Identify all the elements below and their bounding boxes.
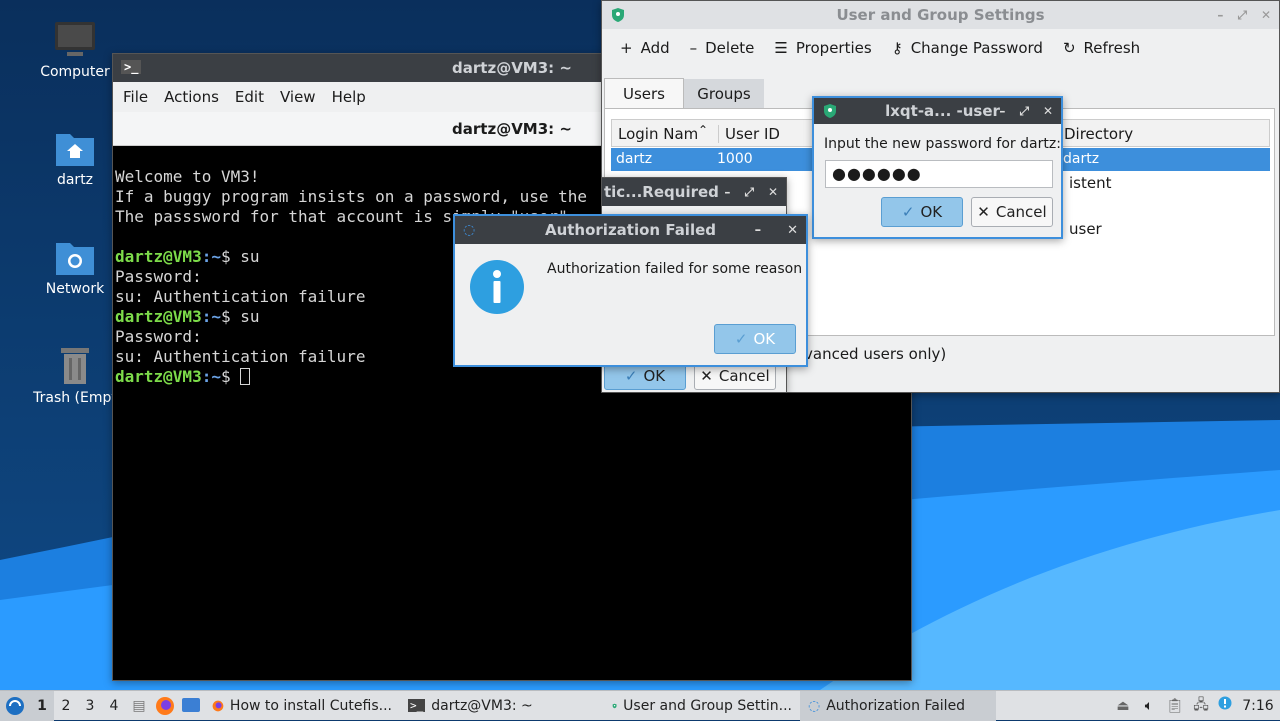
clipboard-icon[interactable]: 📋︎: [1162, 698, 1188, 714]
menu-view[interactable]: View: [272, 88, 324, 106]
column-home[interactable]: Directory: [1064, 125, 1133, 143]
refresh-icon: ↻: [1062, 39, 1076, 57]
add-button[interactable]: + Add: [620, 39, 670, 57]
computer-icon: [55, 22, 95, 56]
plus-icon: +: [620, 39, 633, 57]
network-folder-icon: [56, 243, 94, 275]
close-x-icon: ✕: [977, 203, 990, 221]
lxqt-shield-icon: [612, 8, 624, 22]
desktop-icon-computer[interactable]: Computer: [25, 20, 125, 80]
desktop-icon-label: Computer: [40, 64, 110, 80]
minimize-icon[interactable]: –: [1217, 8, 1223, 22]
window-title: User and Group Settings: [836, 6, 1045, 24]
auth-required-titlebar[interactable]: tic...Required – ⤢ ✕: [602, 178, 786, 206]
task-authorization-failed[interactable]: ◌ Authorization Failed: [800, 690, 996, 721]
change-password-button[interactable]: ⚷ Change Password: [892, 39, 1043, 57]
check-icon: ✓: [901, 203, 915, 221]
workspace-2[interactable]: 2: [54, 698, 78, 714]
check-icon: ✓: [734, 330, 748, 348]
window-title: lxqt-a... -user: [885, 102, 1000, 120]
home-folder-icon: [56, 134, 94, 166]
password-dialog: lxqt-a... -user – ⤢ ✕ Input the new passwo…: [812, 96, 1063, 239]
clock[interactable]: 7:16: [1236, 698, 1280, 714]
advanced-hint: vanced users only): [804, 345, 947, 363]
maximize-icon[interactable]: ⤢: [744, 185, 754, 200]
key-icon: ⚷: [891, 39, 903, 57]
file-manager-icon[interactable]: ▤: [126, 698, 152, 714]
lxqt-shield-icon: [612, 703, 617, 708]
tab-users[interactable]: Users: [604, 78, 684, 108]
spinner-icon: ◌: [463, 222, 476, 238]
cancel-button[interactable]: ✕ Cancel: [971, 197, 1053, 227]
ugs-titlebar[interactable]: User and Group Settings – ⤢ ✕: [602, 1, 1279, 29]
task-terminal[interactable]: >_ dartz@VM3: ~: [400, 691, 604, 721]
minus-icon: –: [689, 39, 698, 57]
workspace-4[interactable]: 4: [102, 698, 126, 714]
desktop-icon-home[interactable]: dartz: [25, 128, 125, 188]
firefox-icon: [212, 700, 224, 711]
info-icon: [470, 260, 524, 314]
window-title: tic...Required: [604, 183, 719, 201]
lubuntu-logo-icon: [6, 696, 24, 715]
tab-title: dartz@VM3: ~: [452, 119, 572, 138]
menu-file[interactable]: File: [115, 88, 156, 106]
password-prompt: Input the new password for dartz:: [824, 136, 1061, 152]
ugs-toolbar: + Add – Delete ☰ Properties ⚷ Change Passwor…: [620, 39, 1140, 57]
minimize-icon[interactable]: –: [755, 223, 762, 238]
menu-help[interactable]: Help: [324, 88, 374, 106]
network-icon[interactable]: 🖧︎: [1188, 694, 1214, 718]
ok-button[interactable]: ✓ OK: [881, 197, 963, 227]
task-user-group-settings[interactable]: User and Group Settin...: [604, 691, 800, 721]
auth-failed-dialog: ◌ Authorization Failed – ✕ Authorization …: [453, 214, 808, 367]
auth-failed-titlebar[interactable]: ◌ Authorization Failed – ✕: [455, 216, 806, 244]
terminal-icon: >_: [408, 699, 426, 712]
properties-button[interactable]: ☰ Properties: [774, 39, 871, 57]
check-icon: ✓: [624, 367, 638, 385]
delete-button[interactable]: – Delete: [690, 39, 755, 57]
update-notifier-icon[interactable]: [1214, 696, 1236, 716]
tab-groups[interactable]: Groups: [684, 79, 764, 108]
close-icon[interactable]: ✕: [1261, 8, 1271, 22]
desktop-icon-label: dartz: [56, 172, 94, 188]
password-field[interactable]: ●●●●●●: [825, 160, 1053, 188]
maximize-icon[interactable]: ⤢: [1237, 8, 1247, 23]
terminal-icon: >_: [121, 60, 142, 74]
column-login[interactable]: Login Nam: [618, 125, 698, 143]
firefox-icon[interactable]: [152, 696, 178, 716]
sort-icon: ⌃: [698, 123, 709, 137]
desktop-icon-label: Trash (Empt: [33, 390, 117, 406]
window-title: Authorization Failed: [544, 221, 717, 239]
close-icon[interactable]: ✕: [787, 223, 798, 238]
lxqt-shield-icon: [824, 104, 836, 118]
main-menu-icon[interactable]: [0, 690, 30, 721]
password-titlebar[interactable]: lxqt-a... -user – ⤢ ✕: [814, 98, 1061, 124]
desktop-icon-label: Network: [45, 281, 105, 297]
trash-icon: [61, 348, 89, 384]
workspace-3[interactable]: 3: [78, 698, 102, 714]
error-message: Authorization failed for some reason: [547, 261, 803, 277]
task-firefox[interactable]: How to install Cutefis...: [204, 691, 400, 721]
list-icon: ☰: [774, 39, 788, 57]
taskbar: 1 2 3 4 ▤ How to install Cutefis... >_ d…: [0, 690, 1280, 721]
close-icon[interactable]: ✕: [1043, 104, 1053, 118]
column-uid[interactable]: User ID: [718, 125, 780, 143]
volume-icon[interactable]: 🔈︎: [1136, 698, 1162, 714]
refresh-button[interactable]: ↻ Refresh: [1063, 39, 1140, 57]
desktop-icon-network[interactable]: Network: [25, 237, 125, 297]
menu-actions[interactable]: Actions: [156, 88, 227, 106]
terminal-cursor: [240, 368, 251, 385]
spinner-icon: ◌: [808, 697, 821, 714]
eject-icon[interactable]: ⏏: [1110, 698, 1136, 714]
desktop-icon-trash[interactable]: Trash (Empt: [25, 344, 125, 406]
window-title: dartz@VM3: ~: [452, 59, 572, 77]
workspace-1[interactable]: 1: [30, 690, 54, 721]
ok-button[interactable]: ✓ OK: [714, 324, 796, 354]
close-x-icon: ✕: [700, 367, 713, 385]
maximize-icon[interactable]: ⤢: [1019, 104, 1029, 119]
close-icon[interactable]: ✕: [768, 185, 778, 199]
desktop-show-icon[interactable]: [178, 696, 204, 716]
minimize-icon[interactable]: –: [724, 185, 730, 199]
menu-edit[interactable]: Edit: [227, 88, 272, 106]
minimize-icon[interactable]: –: [999, 104, 1005, 118]
